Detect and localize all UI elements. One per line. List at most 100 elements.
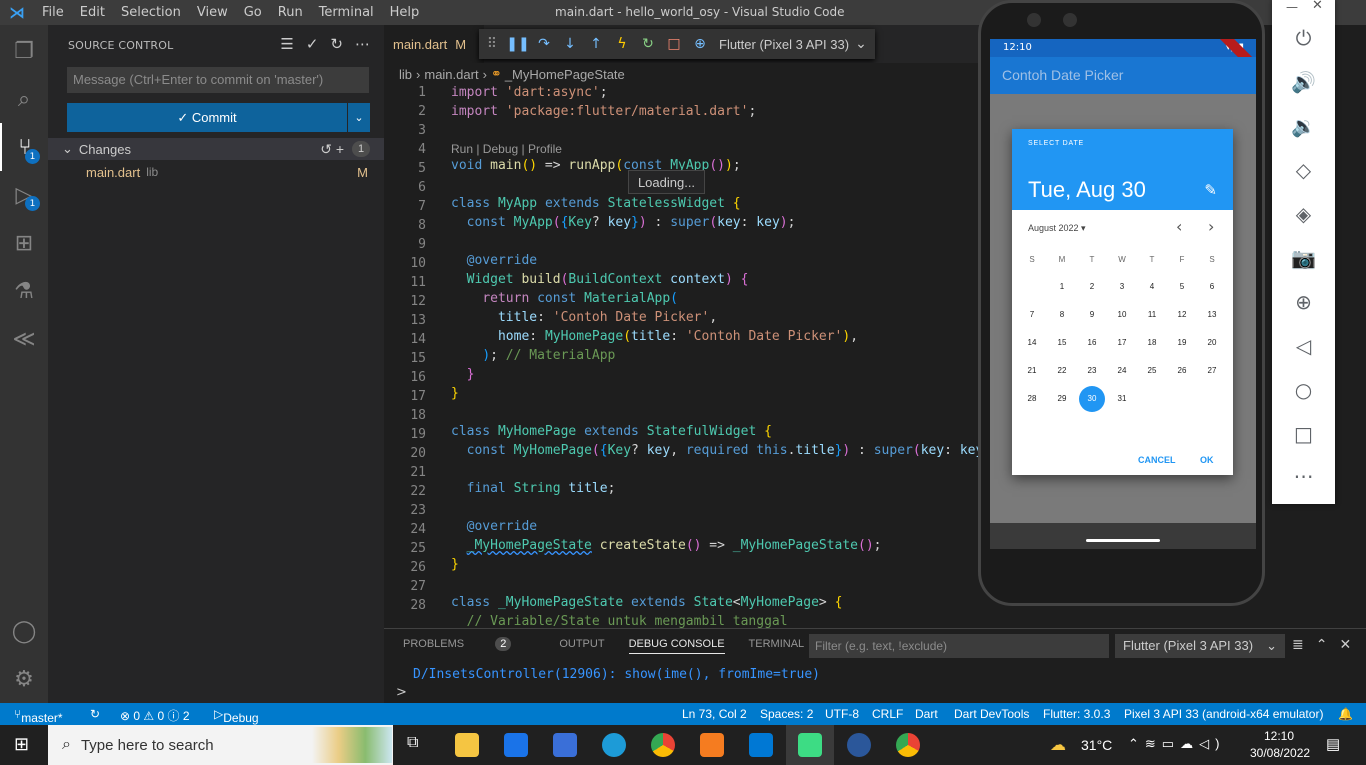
codelens-run-debug[interactable]: Run | Debug | Profile bbox=[451, 142, 562, 156]
step-over-icon[interactable]: ↷ bbox=[531, 36, 557, 52]
screenshot-camera-icon[interactable]: 📷 bbox=[1272, 246, 1335, 270]
hot-reload-icon[interactable]: ϟ bbox=[609, 36, 635, 52]
mail-icon[interactable] bbox=[504, 733, 528, 757]
calendar-day[interactable]: 10 bbox=[1109, 302, 1135, 328]
line-ending[interactable]: CRLF bbox=[872, 707, 903, 721]
overview-icon[interactable]: □ bbox=[1272, 422, 1335, 446]
testing-icon[interactable]: ⚗ bbox=[0, 267, 48, 315]
task-view-icon[interactable]: ⧉ bbox=[407, 734, 418, 752]
console-filter-input[interactable]: Filter (e.g. text, !exclude) bbox=[809, 634, 1109, 658]
ok-button[interactable]: OK bbox=[1200, 455, 1214, 465]
home-gesture-bar[interactable] bbox=[1086, 539, 1160, 542]
calendar-day[interactable]: 5 bbox=[1169, 274, 1195, 300]
xampp-icon[interactable] bbox=[700, 733, 724, 757]
code-editor[interactable]: 1 2 3 4 5 6 7 8 9 10 11 12 13 14 15 16 17 18 19 20 21 22 23 24 2… bbox=[384, 83, 980, 628]
drag-handle-icon[interactable]: ⠿ bbox=[479, 36, 505, 52]
rotate-right-icon[interactable]: ◈ bbox=[1272, 202, 1335, 226]
indentation[interactable]: Spaces: 2 bbox=[760, 707, 813, 721]
weather-icon[interactable]: ☁ bbox=[1050, 735, 1066, 755]
system-tray-icons[interactable]: ⌃≋▭☁◁) bbox=[1128, 736, 1225, 752]
menu-file[interactable]: File bbox=[34, 5, 72, 20]
commit-dropdown-button[interactable]: ⌄ bbox=[348, 103, 370, 132]
edge-icon[interactable] bbox=[602, 733, 626, 757]
calendar-day[interactable]: 8 bbox=[1049, 302, 1075, 328]
action-center-icon[interactable]: ▤ bbox=[1326, 735, 1340, 753]
calendar-day[interactable]: 23 bbox=[1079, 358, 1105, 384]
calendar-day[interactable]: 29 bbox=[1049, 386, 1075, 412]
cancel-button[interactable]: CANCEL bbox=[1138, 455, 1176, 465]
calendar-day[interactable]: 15 bbox=[1049, 330, 1075, 356]
minimize-icon[interactable]: — bbox=[1286, 0, 1298, 14]
calendar-day[interactable]: 3 bbox=[1109, 274, 1135, 300]
calendar-day[interactable]: 20 bbox=[1199, 330, 1225, 356]
menu-run[interactable]: Run bbox=[270, 5, 311, 20]
calendar-day[interactable]: 16 bbox=[1079, 330, 1105, 356]
tab-output[interactable]: OUTPUT bbox=[559, 638, 604, 654]
calendar-day[interactable]: 7 bbox=[1019, 302, 1045, 328]
more-actions-icon[interactable]: ⋯ bbox=[355, 35, 370, 53]
tab-debug-console[interactable]: DEBUG CONSOLE bbox=[628, 638, 725, 654]
menu-edit[interactable]: Edit bbox=[72, 5, 113, 20]
android-studio-icon[interactable] bbox=[798, 733, 822, 757]
extensions-icon[interactable]: ⊞ bbox=[0, 219, 48, 267]
edit-pencil-icon[interactable]: ✎ bbox=[1204, 181, 1217, 199]
run-debug-icon[interactable]: ▷ bbox=[0, 171, 48, 219]
commit-button[interactable]: ✓ Commit bbox=[67, 103, 347, 132]
breadcrumb-symbol[interactable]: _MyHomePageState bbox=[505, 67, 625, 82]
step-into-icon[interactable]: ↓ bbox=[557, 36, 583, 52]
explorer-icon[interactable]: ❐ bbox=[0, 27, 48, 75]
language-mode[interactable]: Dart bbox=[915, 707, 938, 721]
stop-icon[interactable]: □ bbox=[661, 36, 687, 52]
problems-item[interactable]: ⊗ 0 ⚠ 0 ⓘ 2 bbox=[120, 707, 190, 724]
breadcrumb-folder[interactable]: lib bbox=[399, 67, 412, 82]
maximize-panel-icon[interactable]: ⌃ bbox=[1316, 637, 1328, 653]
menu-terminal[interactable]: Terminal bbox=[311, 5, 382, 20]
more-options-icon[interactable]: ⋯ bbox=[1272, 464, 1335, 488]
rotate-left-icon[interactable]: ◇ bbox=[1272, 158, 1335, 182]
source-control-icon[interactable]: ⑂ bbox=[0, 123, 48, 171]
month-selector[interactable]: August 2022 ▾ bbox=[1028, 223, 1086, 234]
commit-message-input[interactable]: Message (Ctrl+Enter to commit on 'master… bbox=[67, 67, 369, 93]
vscode-taskbar-icon[interactable] bbox=[749, 733, 773, 757]
menu-selection[interactable]: Selection bbox=[113, 5, 189, 20]
menu-go[interactable]: Go bbox=[236, 5, 270, 20]
menu-help[interactable]: Help bbox=[382, 5, 428, 20]
changed-file-item[interactable]: main.dart lib M bbox=[48, 161, 384, 183]
word-icon[interactable] bbox=[847, 733, 871, 757]
console-device-select[interactable]: Flutter (Pixel 3 API 33) ⌄ bbox=[1115, 634, 1285, 658]
dart-devtools[interactable]: Dart DevTools bbox=[954, 707, 1029, 721]
close-icon[interactable]: ✕ bbox=[1312, 0, 1323, 13]
debug-device-label[interactable]: Flutter (Pixel 3 API 33) bbox=[719, 37, 849, 52]
clear-console-icon[interactable]: ≣ bbox=[1292, 637, 1304, 653]
sync-icon[interactable]: ↻ bbox=[90, 707, 100, 721]
debug-item[interactable]: ▷ Debug my code bbox=[214, 707, 259, 753]
view-as-tree-icon[interactable]: ☰ bbox=[280, 35, 293, 53]
calendar-day[interactable]: 24 bbox=[1109, 358, 1135, 384]
cursor-position[interactable]: Ln 73, Col 2 bbox=[682, 707, 747, 721]
tab-main-dart[interactable]: main.dart M bbox=[384, 25, 484, 63]
branch-item[interactable]: ⑂ master* bbox=[14, 707, 63, 725]
selected-day[interactable]: 30 bbox=[1079, 386, 1105, 412]
calendar-day[interactable]: 17 bbox=[1109, 330, 1135, 356]
calendar-day[interactable]: 6 bbox=[1199, 274, 1225, 300]
windows-start-icon[interactable]: ⊞ bbox=[14, 734, 29, 755]
calendar-day[interactable]: 28 bbox=[1019, 386, 1045, 412]
calendar-day[interactable]: 11 bbox=[1139, 302, 1165, 328]
power-icon[interactable]: ⏻ bbox=[1272, 26, 1335, 50]
calendar-day[interactable]: 19 bbox=[1169, 330, 1195, 356]
calendar-day[interactable]: 2 bbox=[1079, 274, 1105, 300]
accounts-icon[interactable]: ◯ bbox=[0, 607, 48, 655]
file-explorer-icon[interactable] bbox=[455, 733, 479, 757]
weather-temp[interactable]: 31°C bbox=[1081, 737, 1112, 753]
chevron-down-icon[interactable]: ⌄ bbox=[855, 36, 867, 52]
calendar-day[interactable]: 27 bbox=[1199, 358, 1225, 384]
calendar-day[interactable]: 12 bbox=[1169, 302, 1195, 328]
volume-down-icon[interactable]: 🔉 bbox=[1272, 114, 1335, 138]
flutter-version[interactable]: Flutter: 3.0.3 bbox=[1043, 707, 1110, 721]
commit-check-icon[interactable]: ✓ bbox=[306, 35, 319, 53]
menu-view[interactable]: View bbox=[189, 5, 236, 20]
calendar-day[interactable]: 18 bbox=[1139, 330, 1165, 356]
flutter-icon[interactable]: ≪ bbox=[0, 315, 48, 363]
calendar-day[interactable]: 31 bbox=[1109, 386, 1135, 412]
calendar-day[interactable]: 26 bbox=[1169, 358, 1195, 384]
